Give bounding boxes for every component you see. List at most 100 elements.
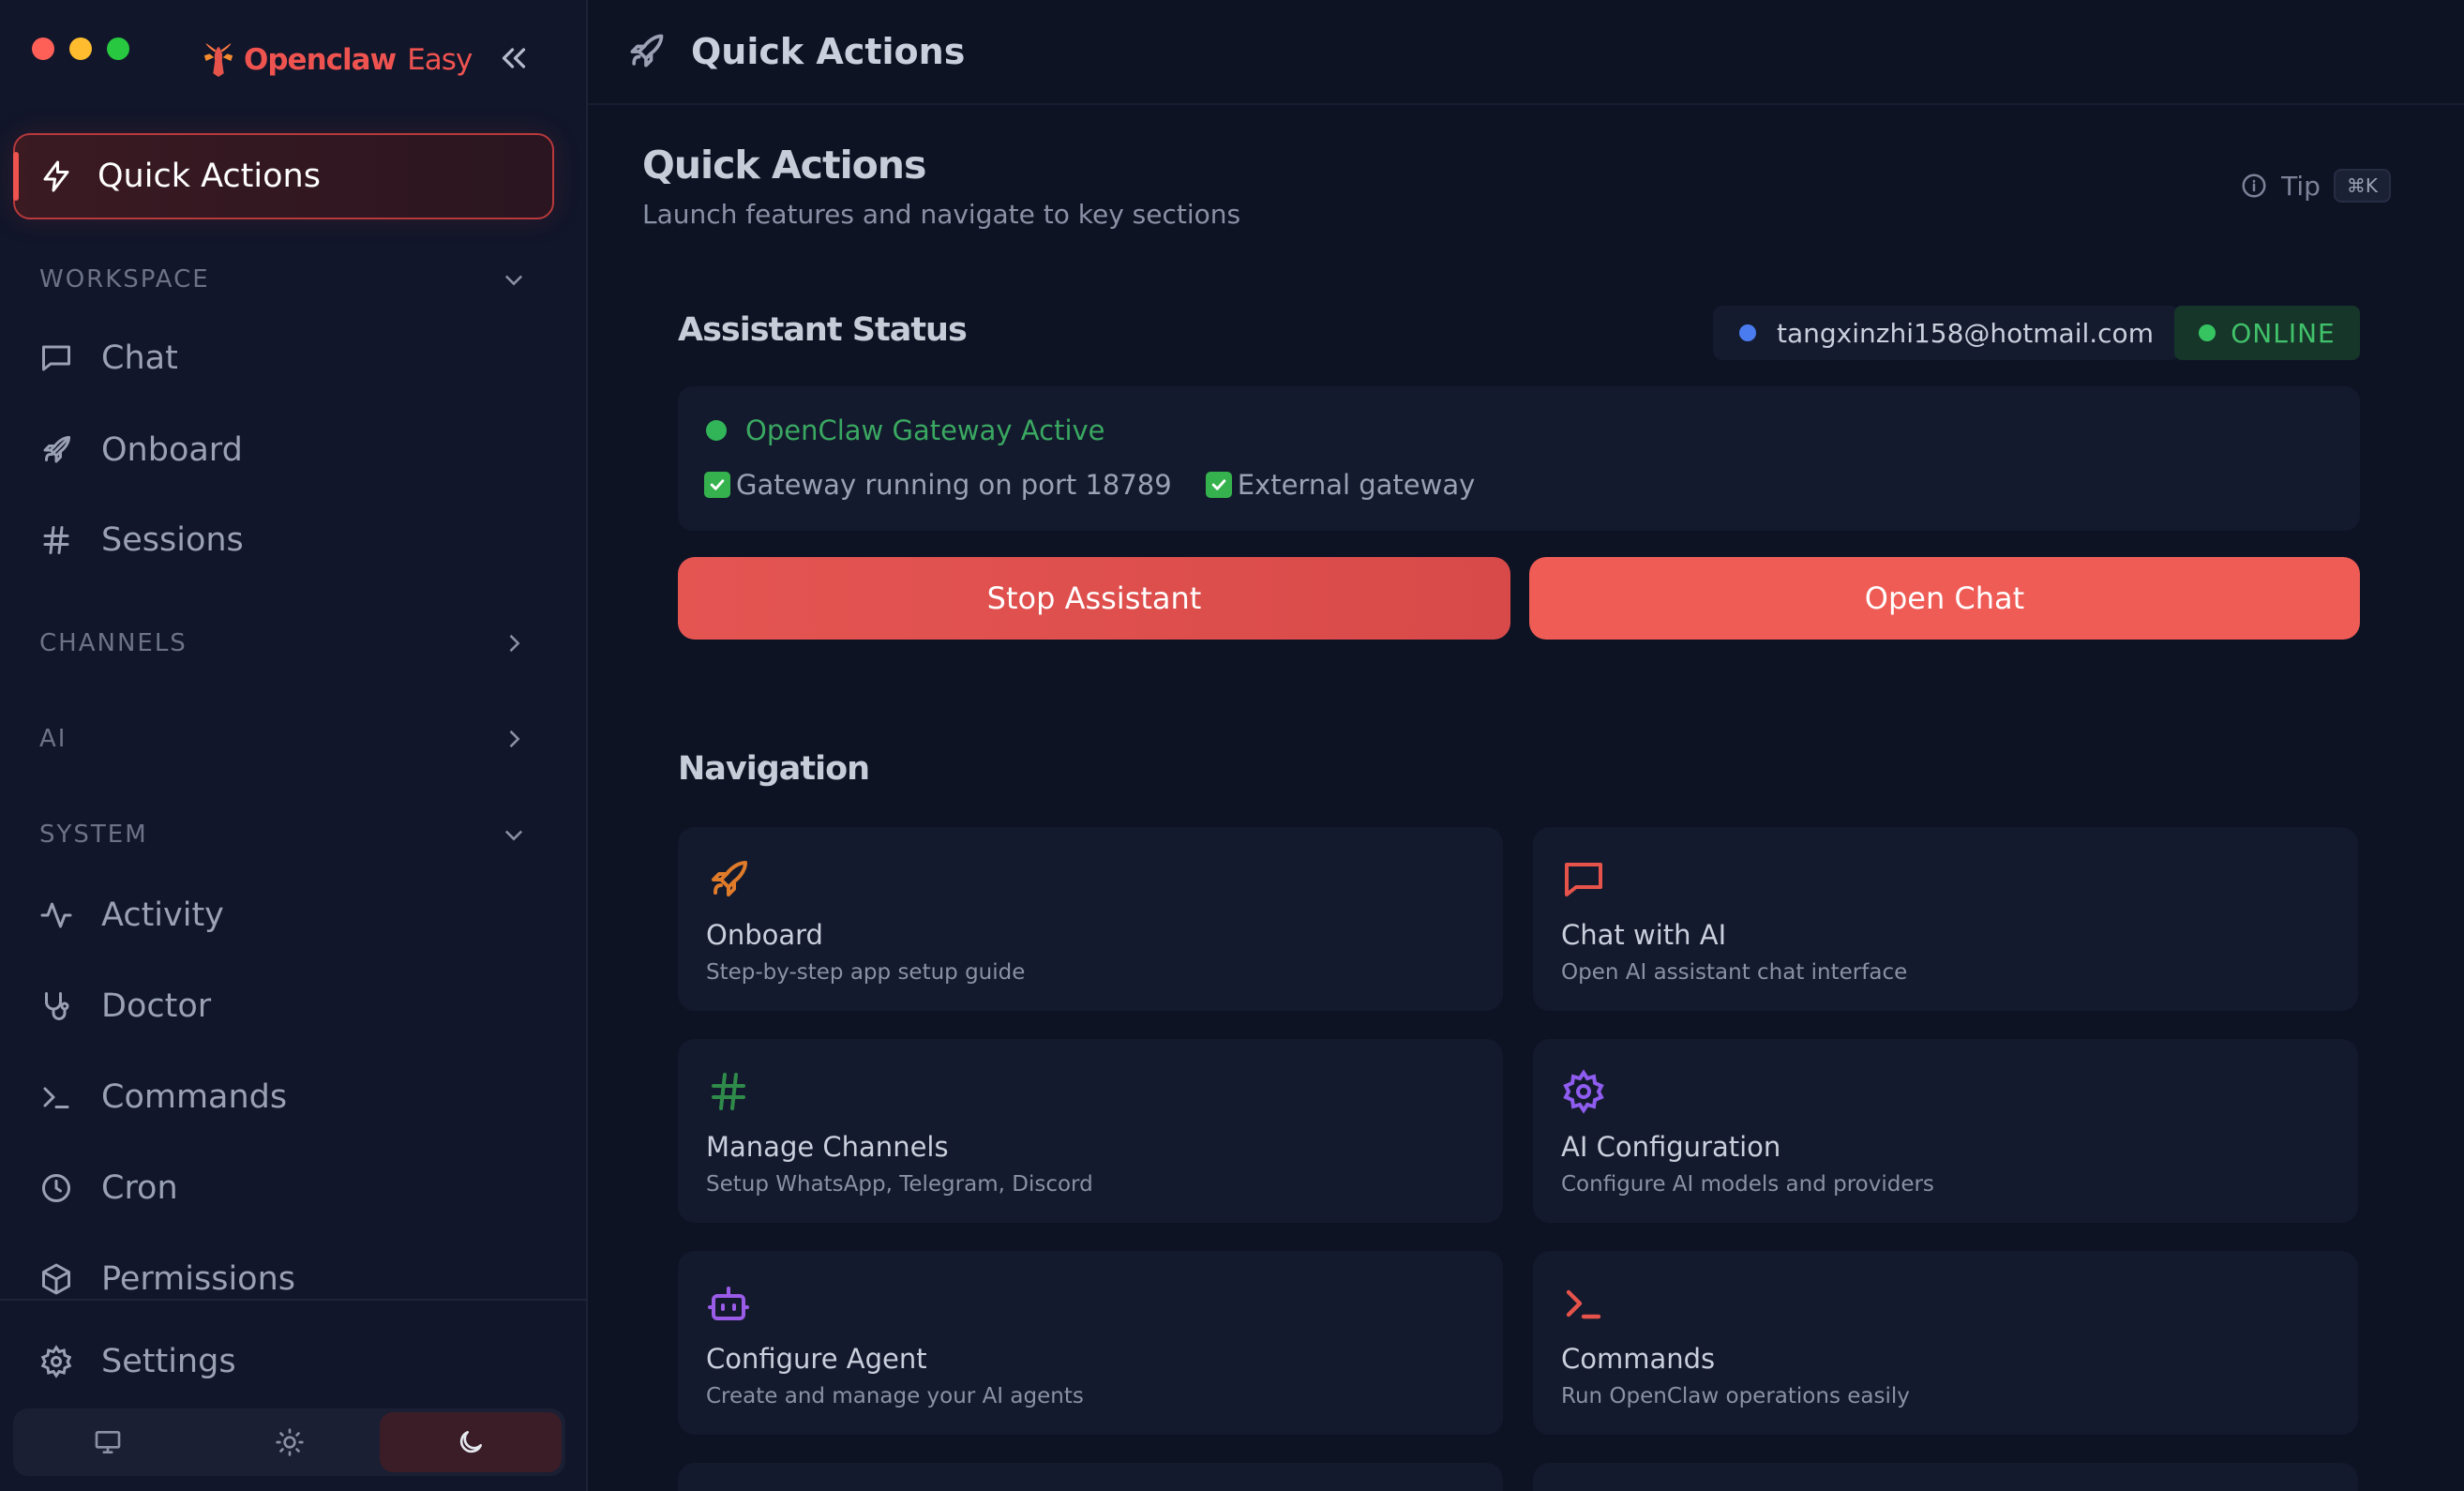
sidebar-item-label: Quick Actions <box>98 158 321 195</box>
theme-switcher <box>13 1408 565 1476</box>
gateway-checks: Gateway running on port 18789 External g… <box>704 469 1475 501</box>
brand-name: Openclaw <box>244 43 397 77</box>
sidebar-item-label: Permissions <box>101 1260 296 1298</box>
account-email-badge: tangxinzhi158@hotmail.com <box>1713 306 2180 360</box>
sidebar-item-commands[interactable]: Commands <box>39 1069 546 1125</box>
message-icon <box>42 345 70 371</box>
nav-card-chat-with-ai[interactable]: Chat with AI Open AI assistant chat inte… <box>1533 827 2358 1011</box>
hash-icon <box>43 526 69 554</box>
chevron-down-icon <box>504 830 523 841</box>
sidebar-item-label: Chat <box>101 339 178 377</box>
collapse-sidebar-icon[interactable] <box>497 41 531 75</box>
gateway-status: OpenClaw Gateway Active <box>745 414 1105 446</box>
maximize-window-button[interactable] <box>107 38 129 60</box>
sidebar-item-onboard[interactable]: Onboard <box>39 422 546 478</box>
check-item: Gateway running on port 18789 <box>704 469 1172 501</box>
stop-assistant-button[interactable]: Stop Assistant <box>678 557 1510 640</box>
theme-system-button[interactable] <box>17 1412 199 1472</box>
message-icon <box>1565 863 1602 896</box>
sidebar-item-doctor[interactable]: Doctor <box>39 978 546 1034</box>
open-chat-button[interactable]: Open Chat <box>1529 557 2360 640</box>
lobster-logo-icon <box>203 42 233 78</box>
nav-card-manage-channels[interactable]: Manage Channels Setup WhatsApp, Telegram… <box>678 1039 1503 1223</box>
brand: Openclaw Easy <box>201 41 473 79</box>
gear-icon <box>1563 1069 1604 1114</box>
sidebar-item-label: Onboard <box>101 431 243 469</box>
card-title: Commands <box>1561 1343 1716 1375</box>
section-label: CHANNELS <box>39 629 188 657</box>
sidebar-item-chat[interactable]: Chat <box>39 330 546 386</box>
main-content: Quick Actions Quick Actions Launch featu… <box>588 0 2464 1491</box>
card-title: Onboard <box>706 919 823 951</box>
theme-light-button[interactable] <box>199 1412 381 1472</box>
sidebar-item-sessions[interactable]: Sessions <box>39 512 546 568</box>
nav-card-ai-configuration[interactable]: AI Configuration Configure AI models and… <box>1533 1039 2358 1223</box>
sidebar: Openclaw Easy Quick Actions WORKSPACE Cha… <box>0 0 588 1491</box>
card-title: Manage Channels <box>706 1131 949 1163</box>
info-icon <box>2242 173 2266 198</box>
check-icon <box>1205 472 1232 498</box>
gateway-dot-icon <box>706 420 727 441</box>
close-window-button[interactable] <box>32 38 54 60</box>
check-label: Gateway running on port 18789 <box>736 469 1172 501</box>
activity-icon <box>40 902 72 928</box>
section-label: SYSTEM <box>39 821 148 849</box>
topbar: Quick Actions <box>588 0 2464 105</box>
chevron-right-icon <box>509 730 520 748</box>
nav-card-commands[interactable]: Commands Run OpenClaw operations easily <box>1533 1251 2358 1435</box>
sidebar-item-activity[interactable]: Activity <box>39 887 546 943</box>
card-subtitle: Run OpenClaw operations easily <box>1561 1384 1910 1408</box>
topbar-title: Quick Actions <box>691 31 966 72</box>
gateway-status-panel: OpenClaw Gateway Active Gateway running … <box>678 386 2360 531</box>
brand-suffix: Easy <box>407 43 473 77</box>
section-channels[interactable]: CHANNELS <box>39 625 527 662</box>
gateway-status-line: OpenClaw Gateway Active <box>706 414 1105 446</box>
sidebar-item-label: Cron <box>101 1169 178 1207</box>
sun-icon <box>275 1428 304 1456</box>
sidebar-item-label: Commands <box>101 1078 288 1116</box>
card-subtitle: Step-by-step app setup guide <box>706 960 1026 985</box>
navigation-title: Navigation <box>678 750 870 788</box>
section-ai[interactable]: AI <box>39 720 527 758</box>
check-icon <box>704 472 730 498</box>
sidebar-item-label: Doctor <box>101 987 212 1025</box>
section-system[interactable]: SYSTEM <box>39 816 527 853</box>
terminal-icon <box>1566 1289 1601 1319</box>
section-workspace[interactable]: WORKSPACE <box>39 261 527 298</box>
assistant-status-title: Assistant Status <box>678 311 968 349</box>
status-badge: ONLINE <box>2174 306 2360 360</box>
shortcut-key: ⌘K <box>2333 169 2391 203</box>
page-title: Quick Actions <box>642 143 926 188</box>
nav-card-partial[interactable] <box>1533 1463 2358 1491</box>
sidebar-item-quick-actions[interactable]: Quick Actions <box>13 133 554 219</box>
card-title: Chat with AI <box>1561 919 1727 951</box>
minimize-window-button[interactable] <box>69 38 92 60</box>
theme-dark-button[interactable] <box>380 1412 563 1472</box>
divider <box>0 1299 586 1301</box>
account-email: tangxinzhi158@hotmail.com <box>1777 317 2154 349</box>
sidebar-item-label: Settings <box>101 1343 236 1380</box>
nav-card-configure-agent[interactable]: Configure Agent Create and manage your A… <box>678 1251 1503 1435</box>
card-subtitle: Open AI assistant chat interface <box>1561 960 1908 985</box>
check-label: External gateway <box>1237 469 1476 501</box>
rocket-icon <box>630 34 664 68</box>
card-subtitle: Create and manage your AI agents <box>706 1384 1084 1408</box>
nav-card-partial[interactable] <box>678 1463 1503 1491</box>
online-dot-icon <box>2199 324 2216 341</box>
section-label: AI <box>39 725 68 753</box>
rocket-icon <box>712 861 747 896</box>
account-dot-icon <box>1739 324 1756 341</box>
rocket-icon <box>43 436 70 463</box>
app-window: Openclaw Easy Quick Actions WORKSPACE Cha… <box>0 0 2464 1491</box>
clock-icon <box>42 1174 70 1202</box>
sidebar-item-settings[interactable]: Settings <box>39 1333 546 1390</box>
page-subtitle: Launch features and navigate to key sect… <box>642 199 1241 230</box>
check-item: External gateway <box>1205 469 1476 501</box>
nav-card-onboard[interactable]: Onboard Step-by-step app setup guide <box>678 827 1503 1011</box>
section-label: WORKSPACE <box>39 265 210 294</box>
sidebar-item-cron[interactable]: Cron <box>39 1160 546 1216</box>
status-text: ONLINE <box>2231 317 2336 349</box>
tip-label: Tip <box>2281 170 2321 202</box>
card-subtitle: Configure AI models and providers <box>1561 1172 1934 1197</box>
tip-shortcut[interactable]: Tip ⌘K <box>2240 169 2391 203</box>
